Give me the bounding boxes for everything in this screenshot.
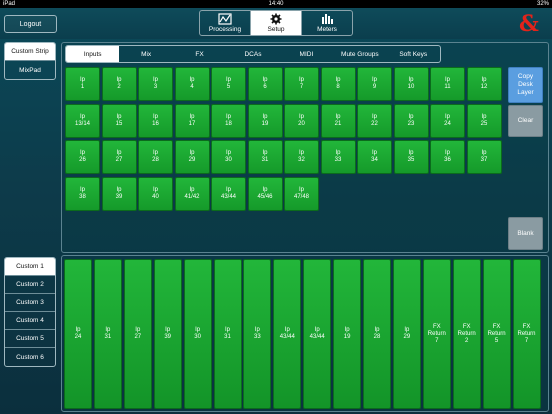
input-button[interactable]: Ip 47/48	[284, 176, 319, 211]
input-button[interactable]: Ip 13/14	[65, 103, 100, 138]
main-tabs: Processing Setup Meters	[199, 10, 353, 36]
input-button[interactable]: Ip 45/46	[247, 176, 283, 211]
input-button[interactable]: Ip 39	[101, 176, 137, 211]
input-button[interactable]: Ip 24	[430, 103, 465, 138]
sidebar-item-custom-strip[interactable]: Custom Strip	[5, 43, 55, 61]
input-button[interactable]: Ip 20	[284, 103, 319, 138]
input-button[interactable]: Ip 9	[357, 67, 392, 101]
subtab-inputs[interactable]: Inputs	[66, 46, 120, 62]
input-button[interactable]: Ip 16	[138, 103, 173, 138]
input-button[interactable]: Ip 6	[247, 67, 283, 101]
custom-strip-row: Ip 24 Ip 31 Ip 27 Ip 39 Ip 30 Ip 31 Ip 33 Ip 43…	[64, 259, 544, 409]
brand-logo: &	[519, 11, 539, 37]
input-button[interactable]: Ip 10	[393, 67, 429, 101]
subtab-dcas[interactable]: DCAs	[226, 46, 279, 62]
tab-meters-label: Meters	[317, 26, 337, 33]
input-button[interactable]: Ip 11	[430, 67, 465, 101]
input-button[interactable]: Ip 29	[174, 140, 210, 174]
custom-strip-channel[interactable]: Ip 29	[392, 259, 421, 409]
custom-strip-channel[interactable]: FX Return 5	[482, 259, 511, 409]
input-button[interactable]: Ip 23	[393, 103, 429, 138]
input-button[interactable]: Ip 35	[393, 140, 429, 174]
custom-item-4[interactable]: Custom 4	[5, 312, 55, 330]
input-button[interactable]: Ip 21	[320, 103, 356, 138]
input-button[interactable]: Ip 3	[138, 67, 173, 101]
meters-icon	[322, 14, 333, 24]
input-button[interactable]: Ip 7	[284, 67, 319, 101]
custom-strip-channel[interactable]: Ip 43/44	[273, 259, 302, 409]
tab-processing[interactable]: Processing	[200, 11, 251, 35]
custom-strip-channel[interactable]: Ip 28	[363, 259, 391, 409]
tab-meters[interactable]: Meters	[302, 11, 352, 35]
processing-icon	[218, 13, 232, 25]
input-button[interactable]: Ip 15	[101, 103, 137, 138]
custom-item-6[interactable]: Custom 6	[5, 348, 55, 366]
source-subtabs: Inputs Mix FX DCAs MIDI Mute Groups Soft…	[65, 45, 441, 63]
custom-strip-channel[interactable]: FX Return 7	[422, 259, 451, 409]
custom-item-5[interactable]: Custom 5	[5, 330, 55, 348]
subtab-midi[interactable]: MIDI	[280, 46, 333, 62]
input-button[interactable]: Ip 25	[466, 103, 502, 138]
custom-strip-channel[interactable]: Ip 39	[153, 259, 182, 409]
input-button[interactable]: Ip 4	[174, 67, 210, 101]
input-button[interactable]: Ip 41/42	[174, 176, 210, 211]
input-button[interactable]: Ip 31	[247, 140, 283, 174]
custom-list: Custom 1 Custom 2 Custom 3 Custom 4 Cust…	[4, 257, 56, 367]
custom-strip-channel[interactable]: Ip 33	[243, 259, 272, 409]
input-button[interactable]: Ip 32	[284, 140, 319, 174]
battery-level: 32%	[536, 1, 549, 7]
tab-processing-label: Processing	[208, 26, 242, 33]
subtab-mute-groups[interactable]: Mute Groups	[333, 46, 386, 62]
input-button[interactable]: Ip 26	[65, 140, 100, 174]
input-button[interactable]: Ip 27	[101, 140, 137, 174]
custom-strip-channel[interactable]: Ip 31	[93, 259, 122, 409]
blank-button[interactable]: Blank	[508, 217, 543, 250]
input-grid: Ip 1 Ip 2 Ip 3 Ip 4 Ip 5 Ip 6 Ip 7 Ip 8 Ip 9 Ip 1…	[65, 67, 502, 211]
sidebar-item-mixpad[interactable]: MixPad	[5, 61, 55, 79]
input-button[interactable]: Ip 8	[320, 67, 356, 101]
custom-strip-channel[interactable]: Ip 43/44	[303, 259, 332, 409]
input-button[interactable]: Ip 19	[247, 103, 283, 138]
custom-item-3[interactable]: Custom 3	[5, 294, 55, 312]
input-button[interactable]: Ip 30	[211, 140, 246, 174]
input-button[interactable]: Ip 37	[466, 140, 502, 174]
status-bar: iPad 14:40 32%	[0, 0, 552, 8]
clear-button[interactable]: Clear	[508, 105, 543, 137]
clock: 14:40	[268, 1, 284, 7]
tab-setup[interactable]: Setup	[251, 11, 302, 35]
input-button[interactable]: Ip 38	[65, 176, 100, 211]
input-button[interactable]: Ip 17	[174, 103, 210, 138]
subtab-mix[interactable]: Mix	[119, 46, 172, 62]
copy-desk-layer-button[interactable]: Copy Desk Layer	[508, 67, 543, 103]
input-button[interactable]: Ip 28	[138, 140, 173, 174]
custom-item-1[interactable]: Custom 1	[5, 258, 55, 276]
custom-strip-channel[interactable]: FX Return 7	[512, 259, 541, 409]
input-button[interactable]: Ip 36	[430, 140, 465, 174]
gear-icon	[270, 13, 282, 25]
input-button[interactable]: Ip 40	[138, 176, 173, 211]
input-button[interactable]: Ip 2	[101, 67, 137, 101]
input-button[interactable]: Ip 5	[211, 67, 246, 101]
custom-strip-channel[interactable]: FX Return 2	[452, 259, 481, 409]
custom-strip-channel[interactable]: Ip 30	[183, 259, 212, 409]
custom-strip-channel[interactable]: Ip 27	[123, 259, 152, 409]
logout-button[interactable]: Logout	[4, 15, 57, 33]
input-button[interactable]: Ip 43/44	[211, 176, 246, 211]
tab-setup-label: Setup	[267, 26, 285, 33]
custom-strip-channel[interactable]: Ip 31	[213, 259, 242, 409]
custom-strip-channel[interactable]: Ip 24	[64, 259, 92, 409]
custom-strip-channel[interactable]: Ip 19	[333, 259, 362, 409]
input-button[interactable]: Ip 12	[466, 67, 502, 101]
input-button[interactable]: Ip 33	[320, 140, 356, 174]
subtab-soft-keys[interactable]: Soft Keys	[387, 46, 440, 62]
custom-item-2[interactable]: Custom 2	[5, 276, 55, 294]
subtab-fx[interactable]: FX	[173, 46, 226, 62]
input-button[interactable]: Ip 34	[357, 140, 392, 174]
sidebar-mode-list: Custom Strip MixPad	[4, 42, 56, 80]
input-button[interactable]: Ip 1	[65, 67, 100, 101]
input-button[interactable]: Ip 22	[357, 103, 392, 138]
input-button[interactable]: Ip 18	[211, 103, 246, 138]
